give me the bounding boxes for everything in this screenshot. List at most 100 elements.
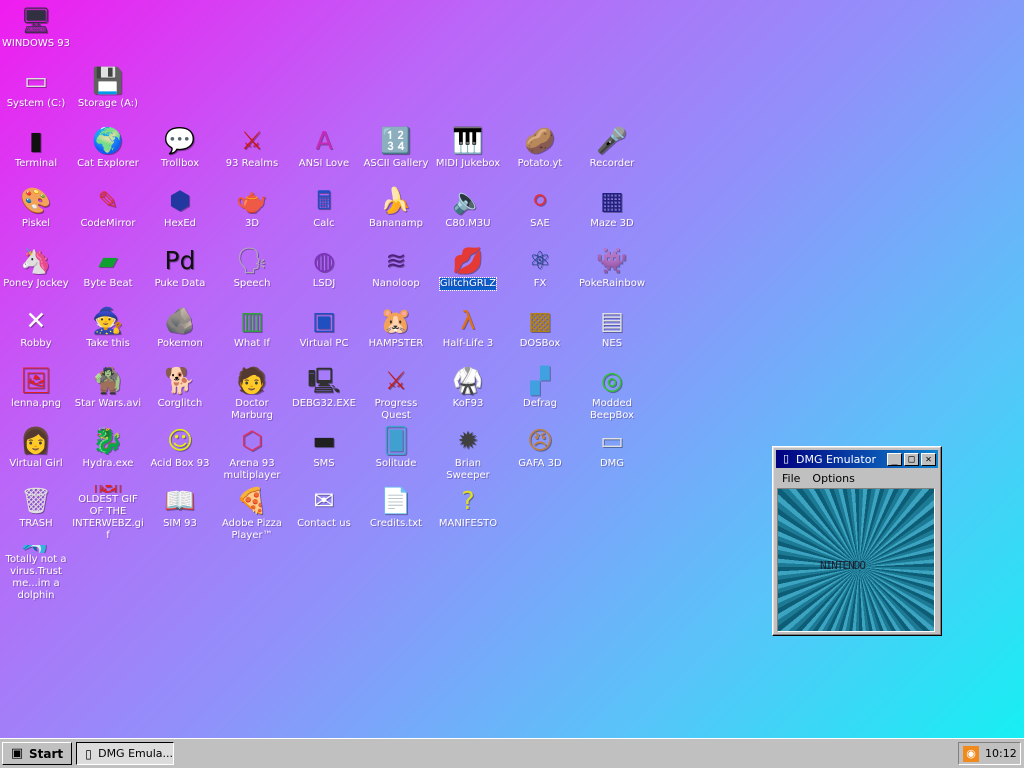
virtual-girl-icon: 👩	[20, 426, 52, 455]
desktop-icon-windows-93[interactable]: 🖥 WINDOWS 93	[0, 2, 72, 62]
desktop-icon-label: Trollbox	[160, 158, 200, 169]
desktop-icon-ascii-gallery[interactable]: 🔢 ASCII Gallery	[360, 122, 432, 182]
desktop-icon-realms[interactable]: ⚔ 93 Realms	[216, 122, 288, 182]
desktop-icon-beepbox[interactable]: ◎ Modded BeepBox	[576, 362, 648, 422]
desktop-icon-piskel[interactable]: 🎨 Piskel	[0, 182, 72, 242]
window-titlebar[interactable]: ▯ DMG Emulator _ □ ✕	[776, 450, 938, 468]
desktop-icon-hexed[interactable]: ⬢ HexEd	[144, 182, 216, 242]
desktop-icon-debug[interactable]: 🖳 DEBG32.EXE	[288, 362, 360, 422]
desktop-icon-playlist[interactable]: 🔈 C80.M3U	[432, 182, 504, 242]
desktop-icon-calculator[interactable]: 🖩 Calc	[288, 182, 360, 242]
take-this-icon: 🧙	[92, 306, 124, 335]
desktop-icon-sae[interactable]: ⚪ SAE	[504, 182, 576, 242]
desktop-icon-label: GAFA 3D	[518, 458, 562, 469]
recorder-icon: 🎤	[596, 126, 628, 155]
desktop-icon-pizza-player[interactable]: 🍕 Adobe Pizza Player™	[216, 482, 288, 542]
taskbar-button-dmg[interactable]: ▯ DMG Emula...	[76, 742, 174, 765]
desktop-icon-arena[interactable]: ⬡ Arena 93 multiplayer	[216, 422, 288, 482]
desktop-icon-gafa[interactable]: 😠 GAFA 3D	[504, 422, 576, 482]
desktop-icon-solitude[interactable]: 🂠 Solitude	[360, 422, 432, 482]
desktop-icon-doctor-marburg[interactable]: 🧑 Doctor Marburg	[216, 362, 288, 422]
desktop-icon-potato[interactable]: 🥔 Potato.yt	[504, 122, 576, 182]
desktop-icon-robby[interactable]: ✕ Robby	[0, 302, 72, 362]
desktop-icon-acid-box[interactable]: ☺ Acid Box 93	[144, 422, 216, 482]
desktop-icon-what-if[interactable]: ▥ What If	[216, 302, 288, 362]
desktop-icon-cat-explorer[interactable]: 🌍 Cat Explorer	[72, 122, 144, 182]
desktop-icon-sim93[interactable]: 📖 SIM 93	[144, 482, 216, 542]
desktop-icon-codemirror[interactable]: ✎ CodeMirror	[72, 182, 144, 242]
desktop-icon-label: Adobe Pizza Player™	[221, 518, 283, 541]
desktop-icon-credits[interactable]: 📄 Credits.txt	[360, 482, 432, 542]
maximize-button[interactable]: □	[904, 452, 919, 466]
desktop-icon-bytebeat[interactable]: ▰ Byte Beat	[72, 242, 144, 302]
close-button[interactable]: ✕	[921, 452, 936, 466]
desktop-icon-lenna[interactable]: 🖼 lenna.png	[0, 362, 72, 422]
desktop-icon-virtual-girl[interactable]: 👩 Virtual Girl	[0, 422, 72, 482]
desktop-icon-kof[interactable]: 🥋 KoF93	[432, 362, 504, 422]
desktop-icon-drive[interactable]: ▭ System (C:)	[0, 62, 72, 122]
desktop-icon-puredata[interactable]: Pd Puke Data	[144, 242, 216, 302]
rss-icon[interactable]: ◉	[963, 745, 979, 762]
desktop-icon-fx[interactable]: ⚛ FX	[504, 242, 576, 302]
desktop-icon-nes[interactable]: ▤ NES	[576, 302, 648, 362]
minimize-button[interactable]: _	[887, 452, 902, 466]
beepbox-icon: ◎	[601, 366, 623, 395]
desktop-icon-ansi-love[interactable]: A ANSI Love	[288, 122, 360, 182]
clock: 10:12	[985, 747, 1017, 760]
desktop-icon-hydra[interactable]: 🐉 Hydra.exe	[72, 422, 144, 482]
desktop-icon-trollbox[interactable]: 💬 Trollbox	[144, 122, 216, 182]
desktop-icon-dmg[interactable]: ▭ DMG	[576, 422, 648, 482]
start-button[interactable]: ▣ Start	[2, 742, 72, 765]
desktop-icon-label: SAE	[530, 218, 550, 229]
desktop-icon-half-life[interactable]: λ Half-Life 3	[432, 302, 504, 362]
desktop-icon-recorder[interactable]: 🎤 Recorder	[576, 122, 648, 182]
desktop-icon-lsdj[interactable]: ◍ LSDJ	[288, 242, 360, 302]
desktop-icon-speech[interactable]: 🗣 Speech	[216, 242, 288, 302]
desktop-icon-label: Progress Quest	[374, 398, 418, 421]
desktop-icon-terminal[interactable]: ▮ Terminal	[0, 122, 72, 182]
desktop-icon-star-wars[interactable]: 🧌 Star Wars.avi	[72, 362, 144, 422]
desktop-icon-label: 3D	[244, 218, 260, 229]
desktop-icon-oldest-gif[interactable]: 🖼OLDEST GIF OF THE INTERWEBZ.gif	[72, 482, 144, 542]
manifesto-icon: ?	[461, 486, 475, 515]
desktop-icon-brian-sweeper[interactable]: ✹ Brian Sweeper	[432, 422, 504, 482]
ansi-love-icon: A	[315, 126, 333, 155]
puredata-icon: Pd	[164, 246, 196, 275]
desktop-icon-banana[interactable]: 🍌 Bananamp	[360, 182, 432, 242]
desktop-icon-defrag[interactable]: ▞ Defrag	[504, 362, 576, 422]
dmg-emulator-window[interactable]: ▯ DMG Emulator _ □ ✕ File Options NINTEN…	[772, 446, 942, 636]
desktop-icon-maze[interactable]: ▦ Maze 3D	[576, 182, 648, 242]
desktop-icon-dolphin[interactable]: 🐬Totally not a virus.Trust me...im a dol…	[0, 542, 72, 602]
desktop-icon-corglitch[interactable]: 🐕 Corglitch	[144, 362, 216, 422]
gafa-icon: 😠	[526, 426, 554, 455]
desktop-icon-glitchgrlz[interactable]: 💋 GlitchGRLZ	[432, 242, 504, 302]
desktop-icon-dosbox[interactable]: ▩ DOSBox	[504, 302, 576, 362]
desktop-icon-contact-us[interactable]: ✉ Contact us	[288, 482, 360, 542]
desktop-icon-nanoloop[interactable]: ≋ Nanoloop	[360, 242, 432, 302]
desktop-icon-label: ANSI Love	[298, 158, 350, 169]
desktop-icon-virtual-pc[interactable]: ▣ Virtual PC	[288, 302, 360, 362]
desktop-icon-pokemon[interactable]: 🪨 Pokemon	[144, 302, 216, 362]
desktop-icon-label: GlitchGRLZ	[438, 277, 498, 291]
emulator-screen[interactable]: NINTENDO	[777, 488, 935, 632]
desktop-icon-manifesto[interactable]: ? MANIFESTO	[432, 482, 504, 542]
desktop-icon-label: Bananamp	[368, 218, 423, 229]
desktop-icon-label: Arena 93 multiplayer	[223, 458, 281, 481]
desktop-icon-floppy-drive[interactable]: 💾 Storage (A:)	[72, 62, 144, 122]
doctor-marburg-icon: 🧑	[236, 366, 268, 395]
desktop-icon-poney[interactable]: 🦄 Poney Jockey	[0, 242, 72, 302]
menu-file[interactable]: File	[776, 472, 806, 485]
desktop-icon-teapot[interactable]: 🫖 3D	[216, 182, 288, 242]
desktop-icon-hampster[interactable]: 🐹 HAMPSTER	[360, 302, 432, 362]
contact-us-icon: ✉	[313, 486, 335, 515]
desktop-icon-trash[interactable]: 🗑 TRASH	[0, 482, 72, 542]
desktop-icon-sms[interactable]: ▬ SMS	[288, 422, 360, 482]
desktop-icon-midi-jukebox[interactable]: 🎹 MIDI Jukebox	[432, 122, 504, 182]
desktop-icon-pokerainbow[interactable]: 👾 PokeRainbow	[576, 242, 648, 302]
menu-options[interactable]: Options	[806, 472, 860, 485]
desktop-icon-label: Hydra.exe	[82, 458, 134, 469]
window-title: DMG Emulator	[796, 452, 876, 466]
desktop-icon-take-this[interactable]: 🧙 Take this	[72, 302, 144, 362]
kof-icon: 🥋	[452, 366, 484, 395]
desktop-icon-progress-quest[interactable]: ⚔ Progress Quest	[360, 362, 432, 422]
